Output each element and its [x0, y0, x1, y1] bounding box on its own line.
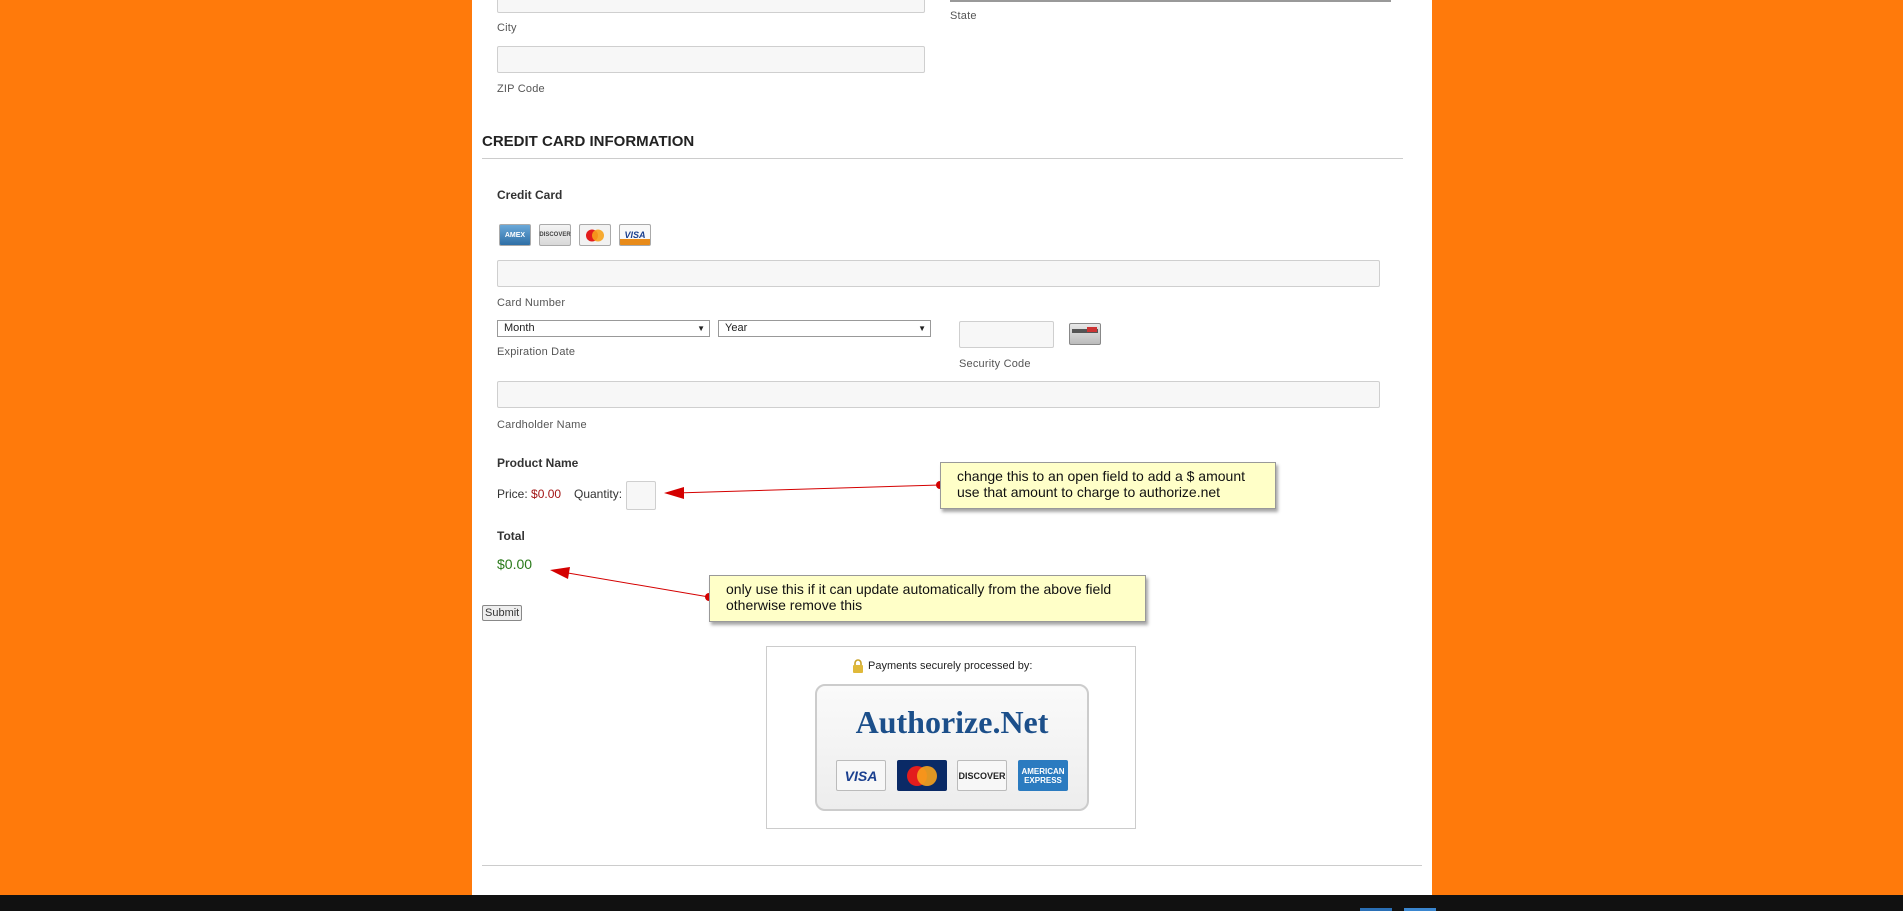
seal-caption: Payments securely processed by: — [852, 659, 1032, 673]
annotation-note-line: only use this if it can update automatic… — [726, 581, 1112, 597]
seal-caption-text: Payments securely processed by: — [868, 660, 1033, 672]
annotation-note-line: change this to an open field to add a $ … — [957, 468, 1245, 484]
annotation-note-total: only use this if it can update automatic… — [709, 575, 1146, 622]
amex-logo-icon: AMERICAN EXPRESS — [1018, 760, 1068, 791]
annotation-arrow-1 — [664, 481, 944, 499]
annotation-note-line: otherwise remove this — [726, 597, 863, 613]
discover-logo-icon: DISCOVER — [957, 760, 1007, 791]
mastercard-logo-icon — [897, 760, 947, 791]
footer-divider — [482, 865, 1422, 866]
bottom-bar — [0, 895, 1903, 911]
annotation-note-quantity: change this to an open field to add a $ … — [940, 462, 1276, 509]
lock-icon — [853, 659, 863, 673]
annotation-arrow-2 — [550, 567, 713, 601]
visa-logo-icon: VISA — [836, 760, 886, 791]
authorize-net-logo: Authorize.Net — [855, 704, 1049, 740]
annotation-note-line: use that amount to charge to authorize.n… — [957, 484, 1221, 500]
